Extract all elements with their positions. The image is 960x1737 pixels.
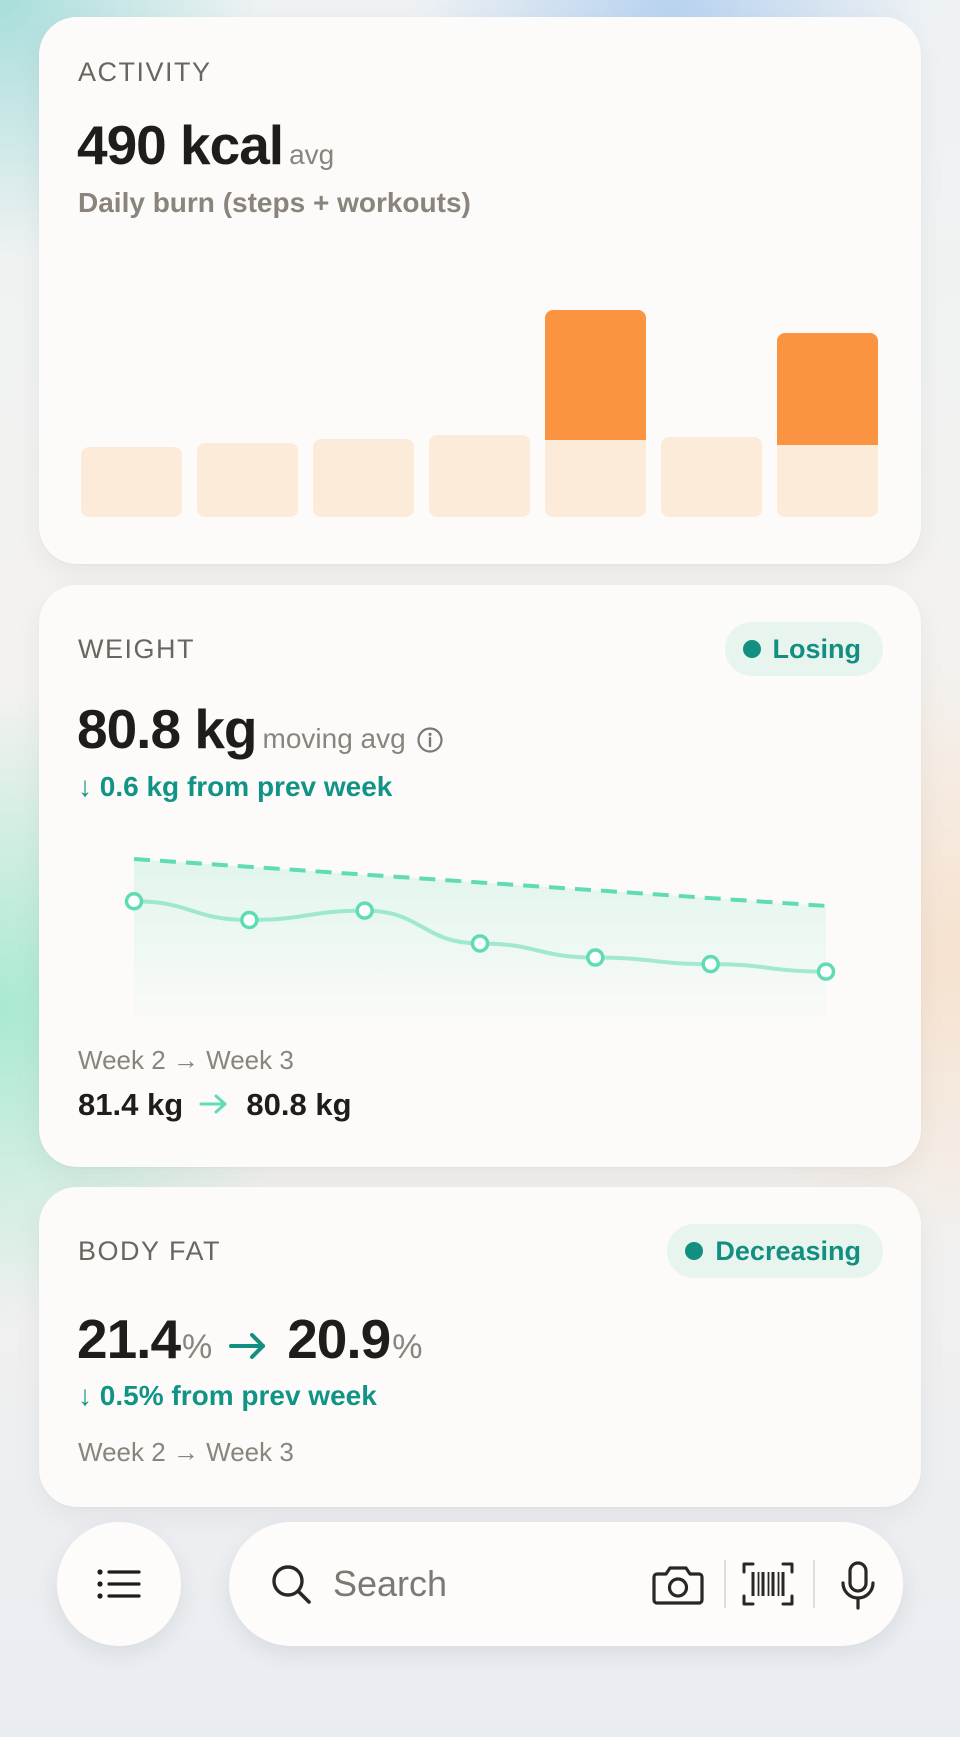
weight-point [470,934,490,953]
activity-bar-chart [81,310,878,517]
weight-weeks: Week 2 → Week 3 [78,1045,294,1075]
weight-point [124,891,144,911]
weight-card[interactable]: WEIGHT Losing 80.8 kg moving avg ↓ 0.6 kg… [39,585,921,1167]
activity-bar-steps [777,445,878,517]
status-dot [685,1242,704,1260]
body-fat-status-badge: Decreasing [667,1224,883,1278]
activity-bar-joint [777,445,878,453]
bottom-bar [0,1522,960,1646]
weight-trend-chart [124,857,836,1016]
search-bar[interactable] [229,1522,903,1646]
weight-point [586,948,605,967]
menu-button[interactable] [57,1522,181,1646]
search-icon [272,1565,311,1604]
arrow-right-icon [228,1332,265,1359]
activity-bar-steps [661,437,762,517]
activity-bar-steps [429,435,530,517]
activity-bar-steps [313,439,414,517]
weight-point [240,910,259,930]
weight-to: 80.8 kg [246,1087,352,1122]
body-fat-weeks: Week 2 → Week 3 [78,1437,294,1467]
body-fat-card[interactable]: BODY FAT Decreasing 21.4% 20.9% ↓ 0.5% f… [39,1187,921,1507]
weight-point [701,954,720,974]
body-fat-from: 21.4 [77,1308,181,1370]
arrow-right-icon [199,1094,227,1114]
barcode-icon[interactable] [741,1560,795,1608]
body-fat-to: 20.9 [287,1308,391,1370]
weight-change-line: 81.4 kg 80.8 kg [78,1087,352,1123]
camera-icon[interactable] [651,1560,705,1608]
divider [724,1560,726,1608]
body-fat-badge-text: Decreasing [715,1235,861,1266]
body-fat-to-unit: % [392,1328,423,1366]
activity-bar-joint [545,440,646,448]
body-fat-delta: ↓ 0.5% from prev week [78,1380,377,1411]
weight-point [816,962,836,981]
search-input[interactable] [333,1552,613,1616]
activity-card[interactable]: ACTIVITY 490 kcal avg Daily burn (steps +… [39,17,921,564]
activity-bar-steps [81,447,182,517]
activity-bar-steps [545,440,646,517]
body-fat-from-unit: % [182,1328,213,1366]
weight-from: 81.4 kg [78,1087,184,1122]
body-fat-label: BODY FAT [78,1236,222,1266]
body-fat-values: 21.4% 20.9% [77,1307,422,1371]
microphone-icon[interactable] [838,1560,878,1612]
list-icon [97,1569,141,1599]
activity-bar-workout [777,333,878,453]
activity-bar-workout [545,310,646,448]
activity-bar-steps [197,443,298,517]
divider [813,1560,815,1608]
weight-point [355,901,374,920]
